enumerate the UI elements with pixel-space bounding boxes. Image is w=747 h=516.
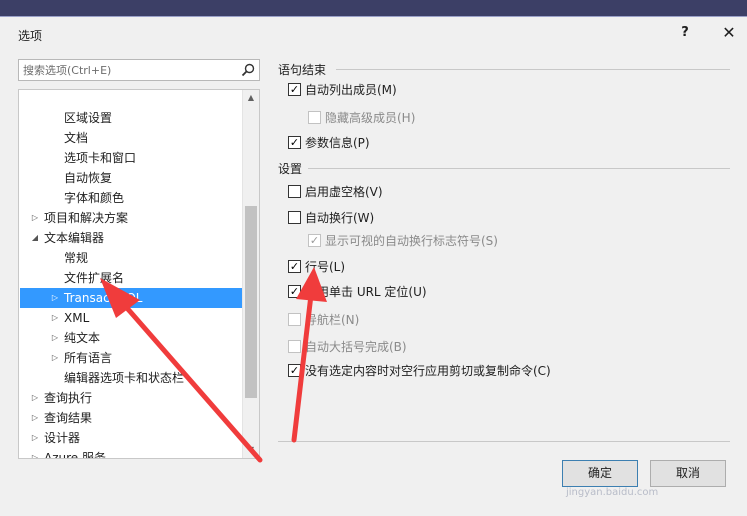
tree-item[interactable]: ▷ 纯文本 (20, 328, 242, 348)
expand-arrow-icon[interactable]: ▷ (30, 388, 40, 408)
expand-arrow-icon[interactable]: ▷ (30, 208, 40, 228)
help-button[interactable]: ? (668, 21, 702, 45)
tree-item[interactable]: ◢ 文本编辑器 (20, 228, 242, 248)
checked-checkbox[interactable]: ✓ (288, 260, 301, 273)
tree-item[interactable]: ▷ Transact-SQL (20, 288, 242, 308)
expand-arrow-icon[interactable]: ▷ (50, 308, 60, 328)
tree-item[interactable]: 区域设置 (20, 108, 242, 128)
unchecked-checkbox (308, 111, 321, 124)
checked-checkbox[interactable]: ✓ (288, 83, 301, 96)
statement-completion-divider (336, 69, 730, 70)
tree-item[interactable]: 编辑器选项卡和状态栏 (20, 368, 242, 388)
title-bar: 选项 ? ✕ (0, 17, 747, 49)
options-tree: 区域设置文档选项卡和窗口 自动恢复字体和颜色 ▷ 项目和解决方案 ◢ 文本编辑器常规文件扩… (18, 89, 260, 459)
option-label: 参数信息(P) (305, 136, 370, 150)
settings-header: 设置 (278, 162, 303, 176)
tree-scrollbar[interactable]: ▲ ▼ (242, 90, 259, 458)
tree-item[interactable]: ▷ 所有语言 (20, 348, 242, 368)
ok-button[interactable]: 确定 (562, 460, 638, 487)
tree-item[interactable]: 文档 (20, 128, 242, 148)
tree-item[interactable]: 选项卡和窗口 (20, 148, 242, 168)
option-label: 隐藏高级成员(H) (325, 111, 416, 125)
tree-item-label: 设计器 (44, 431, 81, 445)
unchecked-checkbox[interactable] (288, 211, 301, 224)
tree-item[interactable]: 字体和颜色 (20, 188, 242, 208)
collapse-arrow-icon[interactable]: ◢ (30, 228, 40, 248)
dialog-title: 选项 (18, 29, 43, 43)
option-label: 启用单击 URL 定位(U) (305, 285, 427, 299)
checked-checkbox[interactable]: ✓ (288, 285, 301, 298)
expand-arrow-icon[interactable]: ▷ (50, 328, 60, 348)
checked-checkbox[interactable]: ✓ (288, 136, 301, 149)
tree-item-label: 字体和颜色 (64, 191, 125, 205)
option-label: 自动换行(W) (305, 211, 375, 225)
expand-arrow-icon[interactable]: ▷ (30, 448, 40, 458)
tree-item-label: 区域设置 (64, 111, 113, 125)
scroll-up-arrow-icon[interactable]: ▲ (243, 90, 259, 106)
tree-item[interactable]: ▷ XML (20, 308, 242, 328)
tree-item-label: 常规 (64, 251, 89, 265)
search-icon[interactable] (240, 62, 256, 78)
expand-arrow-icon[interactable]: ▷ (50, 288, 60, 308)
settings-divider (308, 168, 730, 169)
option-label: 显示可视的自动换行标志符号(S) (325, 234, 498, 248)
tree-item[interactable]: 常规 (20, 248, 242, 268)
tree-item-label: 文件扩展名 (64, 271, 125, 285)
tree-item-label: 编辑器选项卡和状态栏 (64, 371, 185, 385)
option-label: 没有选定内容时对空行应用剪切或复制命令(C) (305, 364, 551, 378)
watermark-text: jingyan.baidu.com (566, 487, 659, 498)
unchecked-checkbox (288, 313, 301, 326)
statement-completion-header: 语句结束 (278, 63, 327, 77)
tree-item-label: Transact-SQL (64, 291, 143, 305)
cancel-button[interactable]: 取消 (650, 460, 726, 487)
tree-item-label: 文本编辑器 (44, 231, 105, 245)
unchecked-checkbox (288, 340, 301, 353)
expand-arrow-icon[interactable]: ▷ (50, 348, 60, 368)
tree-item-label: 纯文本 (64, 331, 101, 345)
tree-item-label: 查询结果 (44, 411, 93, 425)
checked-checkbox[interactable]: ✓ (288, 364, 301, 377)
search-input[interactable] (23, 62, 233, 78)
tree-item-label: 项目和解决方案 (44, 211, 129, 225)
tree-item-label: 自动恢复 (64, 171, 113, 185)
tree-item-label: 选项卡和窗口 (64, 151, 137, 165)
tree-item[interactable]: ▷ 查询结果 (20, 408, 242, 428)
tree-item-label: 文档 (64, 131, 89, 145)
options-dialog: 选项 ? ✕ 区域设置文档选项卡和窗口自动恢复字体和颜色 ▷ 项目和解决方案 ◢ 文本编… (0, 16, 747, 516)
close-button[interactable]: ✕ (712, 21, 746, 45)
checked-checkbox: ✓ (308, 234, 321, 247)
option-label: 行号(L) (305, 260, 346, 274)
tree-item-label: XML (64, 311, 90, 325)
option-label: 启用虚空格(V) (305, 185, 383, 199)
tree-item-label: 所有语言 (64, 351, 113, 365)
option-label: 导航栏(N) (305, 313, 360, 327)
option-label: 自动大括号完成(B) (305, 340, 407, 354)
tree-item[interactable]: ▷ Azure 服务 (20, 448, 242, 459)
scroll-thumb[interactable] (245, 206, 257, 398)
tree-item-label: Azure 服务 (44, 451, 106, 459)
expand-arrow-icon[interactable]: ▷ (30, 408, 40, 428)
unchecked-checkbox[interactable] (288, 185, 301, 198)
tree-item[interactable]: 文件扩展名 (20, 268, 242, 288)
search-box[interactable] (18, 59, 260, 81)
tree-item[interactable]: ▷ 设计器 (20, 428, 242, 448)
tree-item[interactable]: 自动恢复 (20, 168, 242, 188)
scroll-down-arrow-icon[interactable]: ▼ (243, 442, 259, 458)
tree-item[interactable]: ▷ 项目和解决方案 (20, 208, 242, 228)
tree-item-label: 查询执行 (44, 391, 93, 405)
option-label: 自动列出成员(M) (305, 83, 397, 97)
expand-arrow-icon[interactable]: ▷ (30, 428, 40, 448)
tree-item[interactable]: ▷ 查询执行 (20, 388, 242, 408)
button-separator (278, 441, 730, 442)
